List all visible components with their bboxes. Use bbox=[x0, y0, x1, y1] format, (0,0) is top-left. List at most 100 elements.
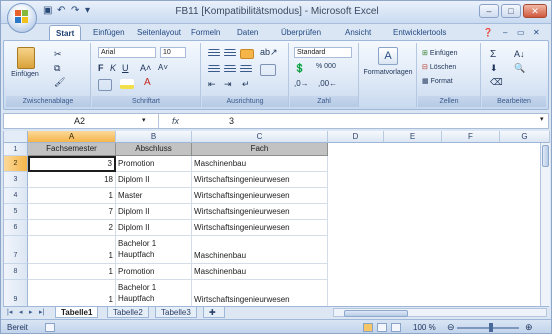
align-center-icon[interactable] bbox=[224, 65, 236, 73]
page-break-view-icon[interactable] bbox=[391, 323, 401, 332]
cell-a9[interactable]: 1 bbox=[28, 280, 116, 306]
close-button[interactable]: ✕ bbox=[523, 4, 547, 18]
increase-decimal-icon[interactable]: ,0→ bbox=[294, 79, 309, 88]
table-header-fachsemester[interactable]: Fachsemester bbox=[28, 143, 116, 156]
column-header-a[interactable]: A bbox=[28, 131, 116, 143]
cell-c7[interactable]: Maschinenbau bbox=[192, 236, 328, 264]
paste-button[interactable]: Einfügen bbox=[10, 47, 40, 87]
cell-c6[interactable]: Wirtschaftsingenieurwesen bbox=[192, 220, 328, 236]
column-header-b[interactable]: B bbox=[116, 131, 192, 143]
cell-a6[interactable]: 2 bbox=[28, 220, 116, 236]
row-header-2[interactable]: 2 bbox=[4, 156, 28, 172]
insert-sheet-icon[interactable]: ✚ bbox=[203, 307, 225, 318]
styles-button[interactable]: A Formatvorlagen bbox=[362, 47, 414, 87]
bold-icon[interactable]: F bbox=[98, 63, 104, 73]
close-workbook-icon[interactable]: ✕ bbox=[533, 26, 540, 40]
column-header-d[interactable]: D bbox=[328, 131, 384, 143]
italic-icon[interactable]: K bbox=[110, 63, 116, 73]
row-header-6[interactable]: 6 bbox=[4, 220, 28, 236]
restore-icon[interactable]: ▭ bbox=[517, 26, 525, 40]
help-icon[interactable]: ❓ bbox=[483, 26, 493, 40]
tab-formeln[interactable]: Formeln bbox=[191, 26, 220, 40]
sort-filter-icon[interactable]: A↓ bbox=[514, 49, 525, 59]
name-box-dropdown-icon[interactable]: ▾ bbox=[142, 114, 146, 128]
delete-cells-button[interactable]: ⊟ Löschen bbox=[422, 63, 456, 71]
macro-record-icon[interactable] bbox=[45, 323, 55, 332]
cell-a8[interactable]: 1 bbox=[28, 264, 116, 280]
font-color-icon[interactable]: A bbox=[144, 77, 151, 88]
cell-b9[interactable]: Bachelor 1 Hauptfach bbox=[116, 280, 192, 306]
zoom-out-icon[interactable]: ⊖ bbox=[447, 322, 455, 333]
maximize-button[interactable]: □ bbox=[501, 4, 521, 18]
format-painter-icon[interactable]: 🖌 bbox=[54, 77, 65, 88]
tab-seitenlayout[interactable]: Seitenlayout bbox=[137, 26, 181, 40]
sheet-tab-tabelle3[interactable]: Tabelle3 bbox=[155, 307, 197, 318]
cut-icon[interactable]: ✂ bbox=[54, 49, 62, 60]
page-layout-view-icon[interactable] bbox=[377, 323, 387, 332]
fill-icon[interactable]: ⬇ bbox=[490, 63, 498, 74]
row-header-7[interactable]: 7 bbox=[4, 236, 28, 264]
cell-b5[interactable]: Diplom II bbox=[116, 204, 192, 220]
increase-indent-icon[interactable]: ⇥ bbox=[224, 79, 232, 90]
ribbon-minimize-icon[interactable]: – bbox=[503, 26, 507, 40]
minimize-button[interactable]: – bbox=[479, 4, 499, 18]
row-header-9[interactable]: 9 bbox=[4, 280, 28, 306]
align-bottom-icon[interactable] bbox=[240, 49, 254, 59]
underline-icon[interactable]: U bbox=[122, 63, 129, 73]
number-format-combo[interactable]: Standard bbox=[294, 47, 352, 58]
sheet-tab-tabelle2[interactable]: Tabelle2 bbox=[107, 307, 149, 318]
align-right-icon[interactable] bbox=[240, 65, 252, 73]
tab-entwicklertools[interactable]: Entwicklertools bbox=[393, 26, 446, 40]
column-header-f[interactable]: F bbox=[442, 131, 500, 143]
autosum-icon[interactable]: Σ bbox=[490, 49, 496, 60]
decrease-indent-icon[interactable]: ⇤ bbox=[208, 79, 216, 90]
grow-font-icon[interactable]: A˄ bbox=[140, 63, 151, 73]
row-header-5[interactable]: 5 bbox=[4, 204, 28, 220]
cell-c5[interactable]: Wirtschaftsingenieurwesen bbox=[192, 204, 328, 220]
fill-color-icon[interactable] bbox=[120, 79, 134, 89]
prev-sheet-icon[interactable]: ◂ bbox=[19, 308, 23, 316]
cell-c2[interactable]: Maschinenbau bbox=[192, 156, 328, 172]
row-header-4[interactable]: 4 bbox=[4, 188, 28, 204]
name-box[interactable]: A2 ▾ bbox=[4, 114, 159, 128]
cell-c4[interactable]: Wirtschaftsingenieurwesen bbox=[192, 188, 328, 204]
cell-c9[interactable]: Wirtschaftsingenieurwesen bbox=[192, 280, 328, 306]
find-select-icon[interactable]: 🔍 bbox=[514, 63, 525, 74]
cell-b2[interactable]: Promotion bbox=[116, 156, 192, 172]
format-cells-button[interactable]: ▦ Format bbox=[422, 77, 453, 85]
column-header-e[interactable]: E bbox=[384, 131, 442, 143]
table-header-abschluss[interactable]: Abschluss bbox=[116, 143, 192, 156]
shrink-font-icon[interactable]: A˅ bbox=[158, 63, 168, 72]
select-all-corner[interactable] bbox=[4, 131, 28, 143]
merge-cells-icon[interactable] bbox=[260, 64, 276, 76]
clear-icon[interactable]: ⌫ bbox=[490, 77, 503, 88]
copy-icon[interactable]: ⧉ bbox=[54, 63, 60, 74]
sheet-tab-tabelle1[interactable]: Tabelle1 bbox=[55, 307, 99, 318]
align-left-icon[interactable] bbox=[208, 65, 220, 73]
cell-c8[interactable]: Maschinenbau bbox=[192, 264, 328, 280]
tab-einfuegen[interactable]: Einfügen bbox=[93, 26, 125, 40]
expand-formula-bar-icon[interactable]: ▾ bbox=[540, 115, 544, 123]
currency-icon[interactable]: 💲 bbox=[294, 63, 305, 74]
cell-a5[interactable]: 7 bbox=[28, 204, 116, 220]
cell-b4[interactable]: Master bbox=[116, 188, 192, 204]
vertical-scrollbar[interactable] bbox=[540, 143, 550, 306]
zoom-in-icon[interactable]: ⊕ bbox=[525, 322, 533, 333]
align-top-icon[interactable] bbox=[208, 49, 220, 57]
cell-c3[interactable]: Wirtschaftsingenieurwesen bbox=[192, 172, 328, 188]
tab-ueberpruefen[interactable]: Überprüfen bbox=[281, 26, 321, 40]
row-header-3[interactable]: 3 bbox=[4, 172, 28, 188]
zoom-slider[interactable] bbox=[457, 327, 519, 329]
formula-input[interactable]: 3 bbox=[229, 114, 234, 128]
office-button[interactable] bbox=[7, 3, 37, 33]
vertical-scroll-thumb[interactable] bbox=[542, 145, 549, 167]
font-size-combo[interactable]: 10 bbox=[160, 47, 186, 58]
zoom-slider-knob[interactable] bbox=[489, 323, 493, 332]
cell-b3[interactable]: Diplom II bbox=[116, 172, 192, 188]
tab-ansicht[interactable]: Ansicht bbox=[345, 26, 371, 40]
font-name-combo[interactable]: Arial bbox=[98, 47, 156, 58]
next-sheet-icon[interactable]: ▸ bbox=[29, 308, 33, 316]
row-header-8[interactable]: 8 bbox=[4, 264, 28, 280]
horizontal-scrollbar[interactable] bbox=[333, 308, 547, 317]
last-sheet-icon[interactable]: ▸| bbox=[39, 308, 44, 316]
